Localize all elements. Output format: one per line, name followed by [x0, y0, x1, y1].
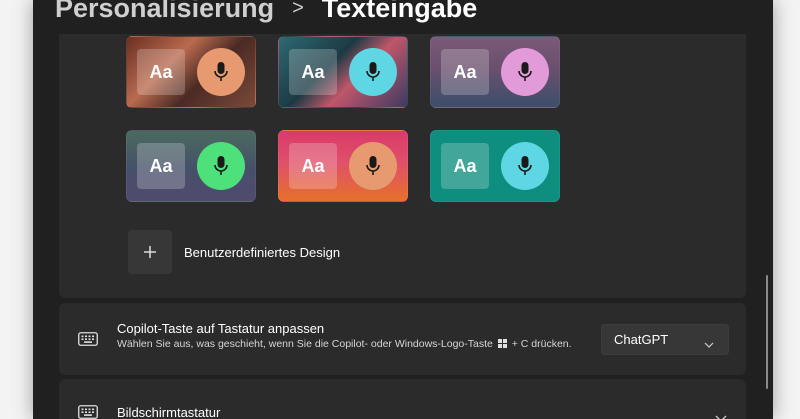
breadcrumb: Personalisierung > Texteingabe [55, 0, 477, 28]
copilot-key-title: Copilot-Taste auf Tastatur anpassen [117, 321, 325, 336]
breadcrumb-personalisierung[interactable]: Personalisierung [55, 0, 274, 24]
keyboard-icon [78, 405, 98, 419]
windows-logo-icon [497, 339, 507, 351]
theme-gallery: Aa Aa Aa Aa Aa Aa Benutzerdefiniertes De… [59, 34, 746, 298]
keyboard-icon [78, 332, 98, 351]
microphone-icon [197, 142, 245, 190]
chevron-down-icon [704, 335, 714, 353]
theme-tile-3[interactable]: Aa [430, 36, 560, 108]
breadcrumb-separator: > [292, 0, 304, 19]
theme-text-preview: Aa [441, 49, 489, 95]
dropdown-selected-value: ChatGPT [614, 332, 669, 347]
theme-text-preview: Aa [289, 49, 337, 95]
theme-text-preview: Aa [289, 143, 337, 189]
settings-window: Personalisierung > Texteingabe Aa Aa Aa … [33, 0, 773, 419]
theme-tile-2[interactable]: Aa [278, 36, 408, 108]
microphone-icon [197, 48, 245, 96]
description-text-end: + C drücken. [511, 338, 572, 350]
microphone-icon [501, 142, 549, 190]
chevron-down-icon[interactable] [715, 409, 727, 419]
microphone-icon [349, 142, 397, 190]
theme-text-preview: Aa [137, 143, 185, 189]
copilot-key-dropdown[interactable]: ChatGPT [601, 324, 729, 355]
microphone-icon [501, 48, 549, 96]
theme-tile-5[interactable]: Aa [278, 130, 408, 202]
plus-icon [128, 230, 172, 274]
theme-tile-4[interactable]: Aa [126, 130, 256, 202]
on-screen-keyboard-setting[interactable]: Bildschirmtastatur [59, 379, 746, 419]
theme-tile-1[interactable]: Aa [126, 36, 256, 108]
copilot-key-setting: Copilot-Taste auf Tastatur anpassen Wähl… [59, 303, 746, 375]
theme-text-preview: Aa [137, 49, 185, 95]
copilot-key-description: Wählen Sie aus, was geschieht, wenn Sie … [117, 338, 587, 351]
vertical-scrollbar[interactable] [766, 275, 768, 389]
theme-text-preview: Aa [441, 143, 489, 189]
on-screen-keyboard-title: Bildschirmtastatur [117, 405, 221, 419]
microphone-icon [349, 48, 397, 96]
custom-design-button[interactable]: Benutzerdefiniertes Design [128, 230, 340, 274]
description-text-start: Wählen Sie aus, was geschieht, wenn Sie … [117, 338, 493, 350]
page-title: Texteingabe [321, 0, 478, 23]
theme-tile-6[interactable]: Aa [430, 130, 560, 202]
custom-design-label: Benutzerdefiniertes Design [184, 244, 341, 260]
